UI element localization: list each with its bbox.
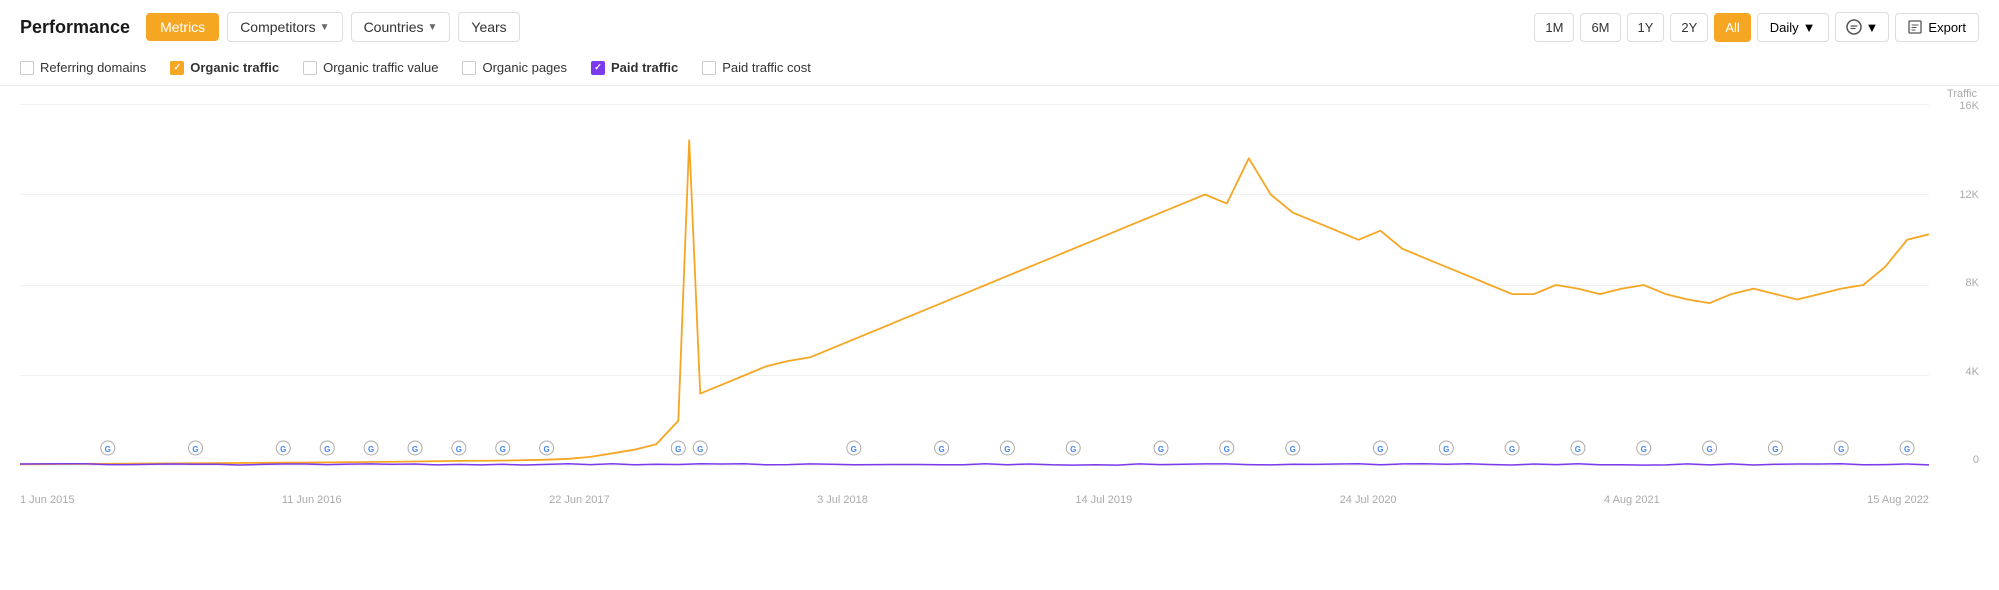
competitors-arrow-icon: ▼ <box>320 22 330 33</box>
daily-button[interactable]: Daily ▼ <box>1757 13 1829 42</box>
paid-traffic-checkbox[interactable] <box>591 61 605 75</box>
svg-text:G: G <box>1838 445 1844 454</box>
time-1y-button[interactable]: 1Y <box>1627 13 1665 42</box>
svg-text:G: G <box>1290 445 1296 454</box>
export-icon <box>1908 20 1922 34</box>
x-axis-labels: 1 Jun 2015 11 Jun 2016 22 Jun 2017 3 Jul… <box>20 494 1929 506</box>
y-label-0: 0 <box>1933 454 1979 466</box>
svg-text:G: G <box>192 445 198 454</box>
y-label-8k: 8K <box>1933 277 1979 289</box>
svg-text:G: G <box>1070 445 1076 454</box>
svg-text:G: G <box>1904 445 1910 454</box>
daily-arrow-icon: ▼ <box>1803 20 1816 35</box>
x-label-6: 4 Aug 2021 <box>1604 494 1660 506</box>
svg-text:G: G <box>1224 445 1230 454</box>
svg-text:G: G <box>938 445 944 454</box>
y-label-12k: 12K <box>1933 189 1979 201</box>
svg-text:G: G <box>105 445 111 454</box>
time-6m-button[interactable]: 6M <box>1580 13 1620 42</box>
organic-pages-checkbox[interactable] <box>462 61 476 75</box>
chart-svg: GGGGGGGGGGGGGGGGGGGGGGGGGGG <box>20 104 1929 466</box>
comment-icon <box>1846 19 1862 35</box>
x-label-3: 3 Jul 2018 <box>817 494 868 506</box>
svg-text:G: G <box>280 445 286 454</box>
x-label-2: 22 Jun 2017 <box>549 494 610 506</box>
svg-text:G: G <box>1004 445 1010 454</box>
svg-text:G: G <box>412 445 418 454</box>
metric-organic-traffic[interactable]: Organic traffic <box>170 60 279 75</box>
comment-dropdown-arrow: ▼ <box>1866 20 1879 35</box>
svg-text:G: G <box>1706 445 1712 454</box>
svg-text:G: G <box>1158 445 1164 454</box>
toolbar: Performance Metrics Competitors ▼ Countr… <box>0 0 1999 50</box>
export-button[interactable]: Export <box>1895 13 1979 42</box>
svg-text:G: G <box>675 445 681 454</box>
years-button[interactable]: Years <box>458 12 519 42</box>
svg-text:G: G <box>1772 445 1778 454</box>
organic-traffic-checkbox[interactable] <box>170 61 184 75</box>
x-label-0: 1 Jun 2015 <box>20 494 74 506</box>
y-axis-labels: 16K 12K 8K 4K 0 <box>1933 100 1979 466</box>
svg-text:G: G <box>1575 445 1581 454</box>
y-label-16k: 16K <box>1933 100 1979 112</box>
metric-paid-traffic-cost[interactable]: Paid traffic cost <box>702 60 811 75</box>
y-label-4k: 4K <box>1933 366 1979 378</box>
x-label-1: 11 Jun 2016 <box>282 494 342 506</box>
svg-text:G: G <box>500 445 506 454</box>
countries-arrow-icon: ▼ <box>427 22 437 33</box>
y-axis-label: Traffic <box>1947 88 1977 100</box>
referring-domains-checkbox[interactable] <box>20 61 34 75</box>
metric-referring-domains[interactable]: Referring domains <box>20 60 146 75</box>
svg-text:G: G <box>368 445 374 454</box>
svg-text:G: G <box>1641 445 1647 454</box>
time-2y-button[interactable]: 2Y <box>1670 13 1708 42</box>
metric-paid-traffic[interactable]: Paid traffic <box>591 60 678 75</box>
comment-button[interactable]: ▼ <box>1835 12 1890 42</box>
svg-text:G: G <box>324 445 330 454</box>
countries-button[interactable]: Countries ▼ <box>351 12 451 42</box>
paid-traffic-cost-checkbox[interactable] <box>702 61 716 75</box>
svg-text:G: G <box>1443 445 1449 454</box>
svg-text:G: G <box>543 445 549 454</box>
organic-traffic-value-checkbox[interactable] <box>303 61 317 75</box>
competitors-button[interactable]: Competitors ▼ <box>227 12 342 42</box>
svg-text:G: G <box>851 445 857 454</box>
metric-organic-traffic-value[interactable]: Organic traffic value <box>303 60 438 75</box>
page-title: Performance <box>20 17 130 38</box>
x-label-4: 14 Jul 2019 <box>1075 494 1132 506</box>
chart-area: Traffic G G G G G G G G G G G G G G G G G G G G G G G G G G G 16K … <box>20 86 1979 506</box>
x-label-5: 24 Jul 2020 <box>1340 494 1397 506</box>
time-1m-button[interactable]: 1M <box>1534 13 1574 42</box>
x-label-7: 15 Aug 2022 <box>1867 494 1929 506</box>
svg-text:G: G <box>697 445 703 454</box>
svg-text:G: G <box>1377 445 1383 454</box>
time-all-button[interactable]: All <box>1714 13 1750 42</box>
svg-text:G: G <box>1509 445 1515 454</box>
metric-organic-pages[interactable]: Organic pages <box>462 60 567 75</box>
metrics-row: Referring domains Organic traffic Organi… <box>0 50 1999 86</box>
toolbar-left: Performance Metrics Competitors ▼ Countr… <box>20 12 520 42</box>
main-container: Performance Metrics Competitors ▼ Countr… <box>0 0 1999 590</box>
svg-text:G: G <box>456 445 462 454</box>
metrics-button[interactable]: Metrics <box>146 13 219 41</box>
toolbar-right: 1M 6M 1Y 2Y All Daily ▼ ▼ Exp <box>1534 12 1979 42</box>
